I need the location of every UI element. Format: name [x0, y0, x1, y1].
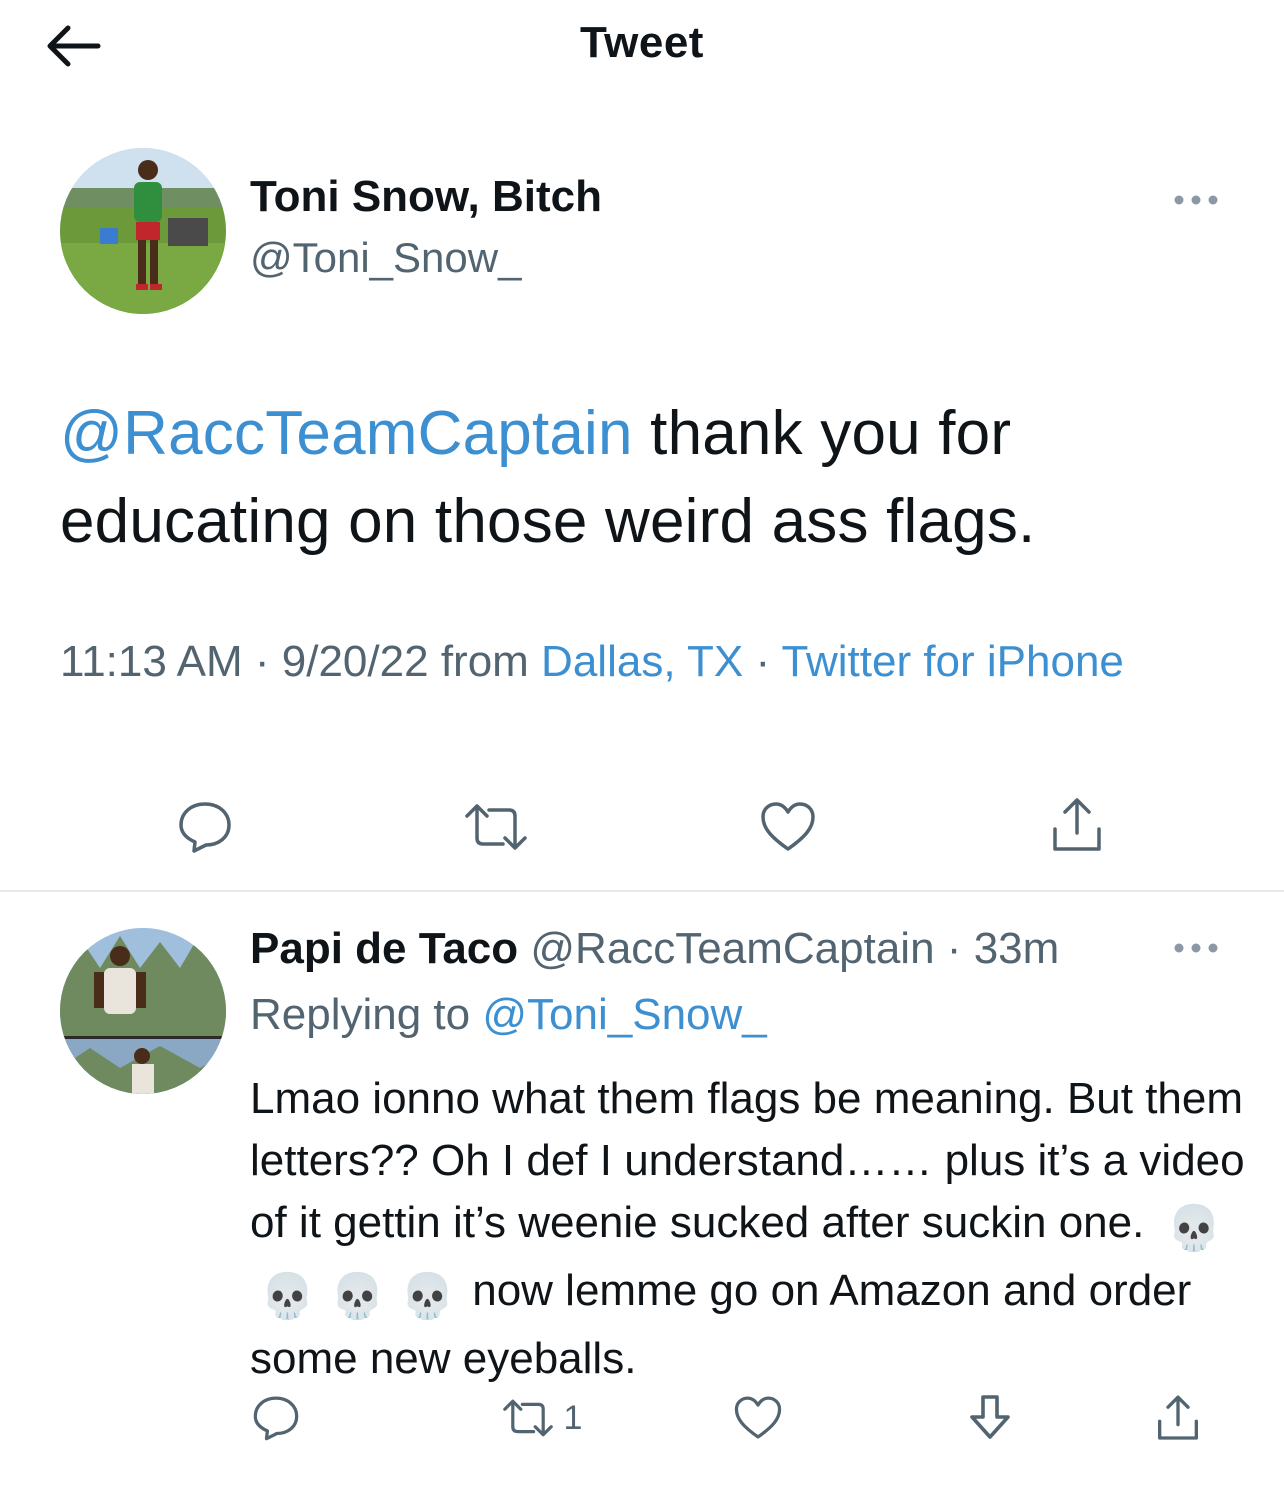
mention-link[interactable]: @RaccTeamCaptain	[60, 399, 633, 468]
location-link[interactable]: Dallas, TX	[541, 637, 743, 686]
page-title: Tweet	[580, 18, 704, 67]
tweet-text: Lmao ionno what them flags be meaning. B…	[250, 1068, 1260, 1390]
heart-icon	[734, 1396, 782, 1439]
reply-button[interactable]	[244, 1386, 308, 1450]
share-button[interactable]	[1146, 1386, 1210, 1450]
skull-emoji: 💀	[260, 1272, 315, 1321]
display-name[interactable]: Toni Snow, Bitch	[250, 172, 602, 222]
reply-header: Papi de Taco @RaccTeamCaptain · 33m	[250, 924, 1059, 974]
more-options-button[interactable]	[1168, 926, 1224, 970]
user-handle[interactable]: @RaccTeamCaptain	[530, 924, 934, 973]
replying-label: Replying to	[250, 990, 471, 1039]
share-icon	[1053, 798, 1101, 851]
avatar[interactable]	[60, 148, 226, 314]
meta-separator: ·	[755, 637, 771, 686]
retweet-button[interactable]: 1	[486, 1386, 596, 1450]
skull-emoji: 💀	[330, 1272, 385, 1321]
user-handle[interactable]: @Toni_Snow_	[250, 234, 521, 282]
retweet-icon	[465, 804, 527, 850]
reply-icon	[179, 802, 231, 853]
skull-emoji: 💀	[1166, 1204, 1222, 1253]
reply-button[interactable]	[168, 792, 242, 862]
retweet-button[interactable]	[454, 792, 538, 862]
divider	[0, 890, 1284, 892]
skull-emoji: 💀	[400, 1272, 455, 1321]
source-link[interactable]: Twitter for iPhone	[782, 637, 1124, 686]
like-button[interactable]	[726, 1386, 790, 1450]
retweet-icon	[502, 1399, 553, 1437]
retweet-count: 1	[563, 1398, 583, 1437]
replying-to: Replying to @Toni_Snow_	[250, 990, 767, 1040]
tweet-time: 11:13 AM	[60, 637, 243, 686]
share-icon	[1158, 1395, 1198, 1440]
replying-handle-link[interactable]: @Toni_Snow_	[482, 990, 766, 1039]
profile-photo	[60, 928, 226, 1094]
like-button[interactable]	[748, 792, 828, 862]
tweet-body: Lmao ionno what them flags be meaning. B…	[250, 1074, 1245, 1247]
from-label: from	[440, 637, 529, 686]
meta-separator: ·	[254, 637, 270, 686]
heart-icon	[761, 802, 815, 851]
tweet-age: 33m	[973, 924, 1060, 973]
profile-photo	[60, 148, 226, 314]
tweet-metadata: 11:13 AM · 9/20/22 from Dallas, TX · Twi…	[60, 630, 1180, 694]
more-options-button[interactable]	[1168, 178, 1224, 222]
tweet-body: now lemme go on Amazon and order some ne…	[250, 1266, 1192, 1383]
share-button[interactable]	[1040, 790, 1114, 860]
downvote-button[interactable]	[958, 1386, 1022, 1450]
tweet-date: 9/20/22	[281, 637, 429, 686]
arrow-down-icon	[970, 1395, 1010, 1439]
tweet-text: @RaccTeamCaptain thank you for educating…	[60, 390, 1220, 566]
display-name[interactable]: Papi de Taco	[250, 924, 518, 973]
ellipsis-icon	[1174, 195, 1218, 205]
ellipsis-icon	[1174, 943, 1218, 953]
reply-icon	[253, 1396, 299, 1441]
meta-separator: ·	[946, 924, 962, 973]
avatar[interactable]	[60, 928, 226, 1094]
